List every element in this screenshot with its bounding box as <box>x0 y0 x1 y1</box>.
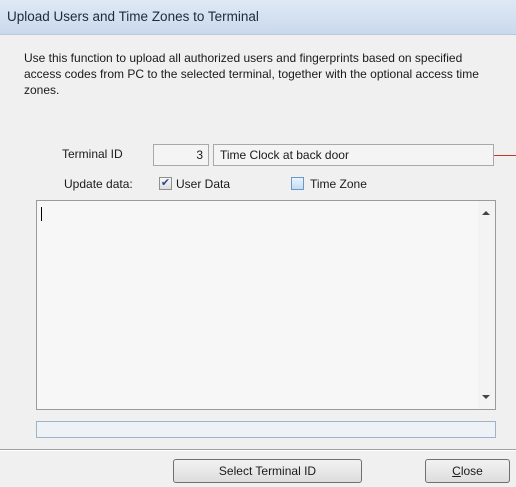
window-title: Upload Users and Time Zones to Terminal <box>7 9 259 24</box>
progress-bar <box>36 421 496 438</box>
vertical-scrollbar[interactable] <box>478 201 495 409</box>
time-zone-label[interactable]: Time Zone <box>310 177 367 191</box>
close-button[interactable]: Close <box>425 459 510 483</box>
update-data-label: Update data: <box>64 177 133 191</box>
text-caret <box>41 207 42 221</box>
terminal-id-field[interactable]: 3 <box>153 144 209 166</box>
annotation-pointer-line <box>494 155 516 156</box>
upload-dialog: Upload Users and Time Zones to Terminal … <box>0 0 516 487</box>
description-text: Use this function to upload all authoriz… <box>24 51 479 97</box>
scroll-up-arrow-icon[interactable] <box>482 211 490 215</box>
close-mnemonic: C <box>452 464 461 478</box>
select-terminal-button[interactable]: Select Terminal ID <box>173 459 362 483</box>
close-label-rest: lose <box>460 464 483 478</box>
terminal-id-label: Terminal ID <box>62 147 123 161</box>
bottom-separator-highlight <box>0 450 516 451</box>
user-data-label[interactable]: User Data <box>176 177 230 191</box>
time-zone-checkbox[interactable] <box>291 177 304 190</box>
user-data-checkbox[interactable]: ✔ <box>159 177 172 190</box>
terminal-name-field[interactable]: Time Clock at back door <box>213 144 494 166</box>
scroll-down-arrow-icon[interactable] <box>482 395 490 399</box>
title-bar: Upload Users and Time Zones to Terminal <box>0 0 516 35</box>
log-textarea[interactable] <box>36 200 496 410</box>
